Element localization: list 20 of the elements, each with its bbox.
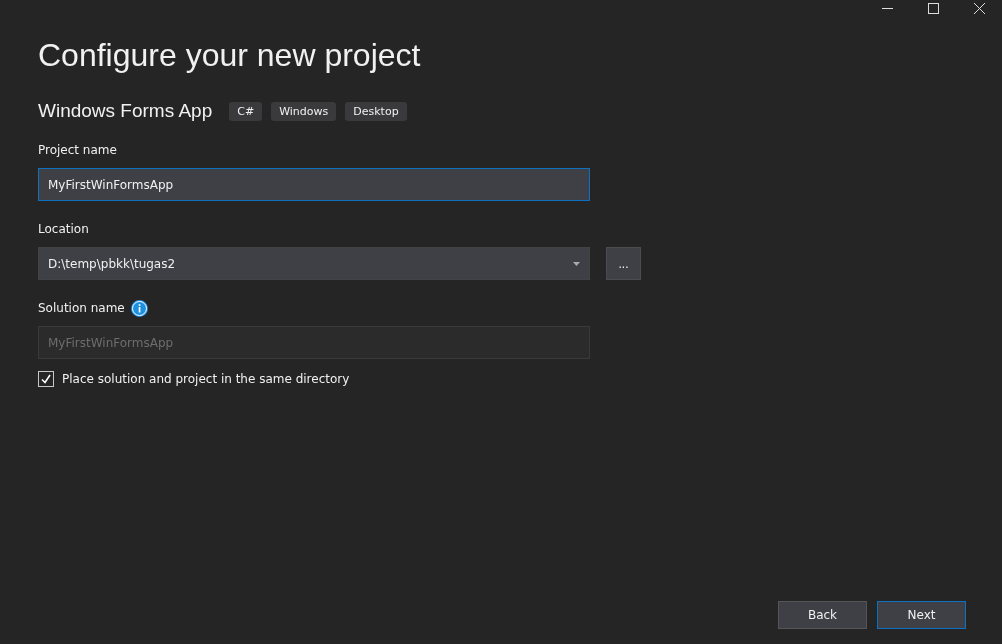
- secondary-button[interactable]: Back: [778, 601, 867, 629]
- field-label: Solution name: [38, 301, 125, 315]
- text-field[interactable]: MyFirstWinFormsApp: [38, 168, 590, 201]
- page-title: Configure your new project: [38, 37, 421, 74]
- dropdown-caret-icon: [573, 261, 580, 266]
- checkmark-icon: [41, 374, 51, 384]
- field-label: Location: [38, 222, 89, 236]
- primary-button[interactable]: Next: [877, 601, 966, 629]
- close-icon: [973, 3, 985, 14]
- template-name: Windows Forms App: [38, 100, 213, 122]
- browse-button[interactable]: ...: [606, 247, 641, 280]
- template-tag: C#: [229, 101, 263, 121]
- template-tag: Windows: [271, 101, 337, 121]
- location-dropdown[interactable]: D:\temp\pbkk\tugas2: [38, 247, 590, 280]
- field-label: Project name: [38, 143, 117, 157]
- checkbox[interactable]: [38, 371, 54, 387]
- template-tag: Desktop: [345, 101, 407, 121]
- maximize-icon: [927, 3, 939, 14]
- minimize-icon: [881, 8, 893, 9]
- checkbox-label: Place solution and project in the same directory: [62, 372, 350, 386]
